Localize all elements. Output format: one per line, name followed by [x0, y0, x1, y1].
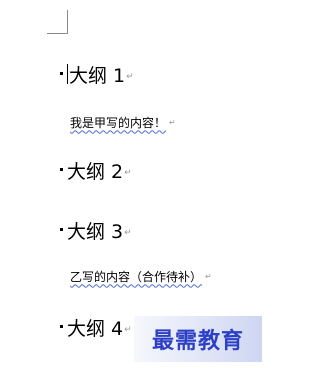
body-paragraph-1[interactable]: 我是甲写的内容！ ↵: [70, 114, 176, 130]
paragraph-mark-icon: ↵: [124, 168, 132, 178]
heading-label: 大纲 4: [67, 317, 124, 340]
outline-heading-1[interactable]: 大纲 1 ↵: [60, 62, 134, 87]
paragraph-mark-icon: ↵: [205, 271, 212, 281]
heading-bullet-icon: [60, 167, 63, 171]
heading-bullet-icon: [60, 71, 63, 75]
text-cursor: [67, 64, 68, 84]
heading-bullet-icon: [60, 324, 63, 328]
body-paragraph-2[interactable]: 乙写的内容（合作待补） ↵: [70, 268, 212, 284]
heading-label: 大纲 2: [67, 160, 124, 183]
watermark-logo: 最需教育: [134, 316, 262, 362]
paragraph-text: 乙写的内容（合作待补）: [70, 269, 203, 284]
outline-heading-4[interactable]: 大纲 4 ↵: [60, 315, 132, 340]
paragraph-text: 我是甲写的内容！: [70, 115, 167, 130]
paragraph-mark-icon: ↵: [124, 228, 132, 238]
paragraph-mark-icon: ↵: [126, 72, 134, 82]
heading-bullet-icon: [60, 227, 63, 231]
outline-heading-2[interactable]: 大纲 2 ↵: [60, 158, 132, 183]
heading-label: 大纲 1: [69, 64, 126, 87]
document-page[interactable]: 大纲 1 ↵ 我是甲写的内容！ ↵ 大纲 2 ↵ 大纲 3 ↵ 乙写的内容（合作…: [0, 0, 265, 368]
paragraph-mark-icon: ↵: [169, 117, 176, 127]
watermark-text: 最需教育: [151, 328, 244, 354]
page-margin-corner-mark: [47, 10, 68, 34]
heading-label: 大纲 3: [67, 220, 124, 243]
paragraph-mark-icon: ↵: [124, 325, 132, 335]
outline-heading-3[interactable]: 大纲 3 ↵: [60, 218, 132, 243]
